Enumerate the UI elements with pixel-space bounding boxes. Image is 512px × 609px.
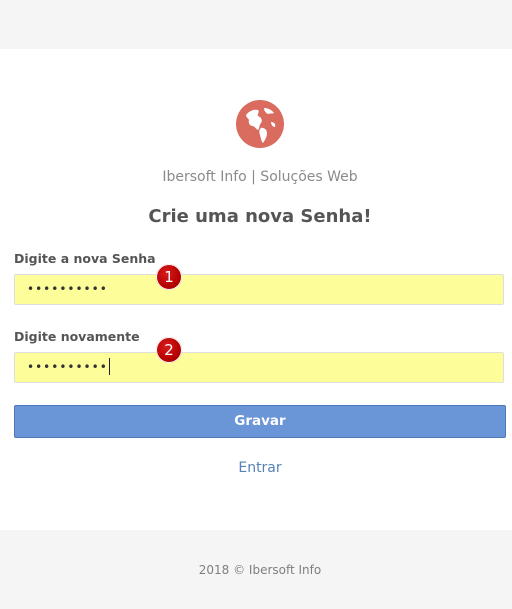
step-2-badge: 2 xyxy=(156,337,182,363)
page-title: Crie uma nova Senha! xyxy=(148,206,372,227)
globe-logo-icon xyxy=(236,100,284,148)
new-password-value: •••••••••• xyxy=(27,282,108,296)
new-password-field[interactable]: •••••••••• xyxy=(14,274,504,305)
text-caret xyxy=(108,358,110,375)
login-link[interactable]: Entrar xyxy=(0,460,512,476)
copyright-text: 2018 © Ibersoft Info xyxy=(198,563,322,577)
new-password-label: Digite a nova Senha xyxy=(14,251,156,266)
confirm-password-field[interactable]: •••••••••• xyxy=(14,352,504,383)
step-1-badge: 1 xyxy=(156,264,182,290)
confirm-password-value: •••••••••• xyxy=(27,360,108,374)
save-button[interactable]: Gravar xyxy=(14,405,506,438)
brand-name: Ibersoft Info | Soluções Web xyxy=(162,169,358,185)
confirm-password-label: Digite novamente xyxy=(14,329,140,344)
top-band xyxy=(0,0,512,49)
